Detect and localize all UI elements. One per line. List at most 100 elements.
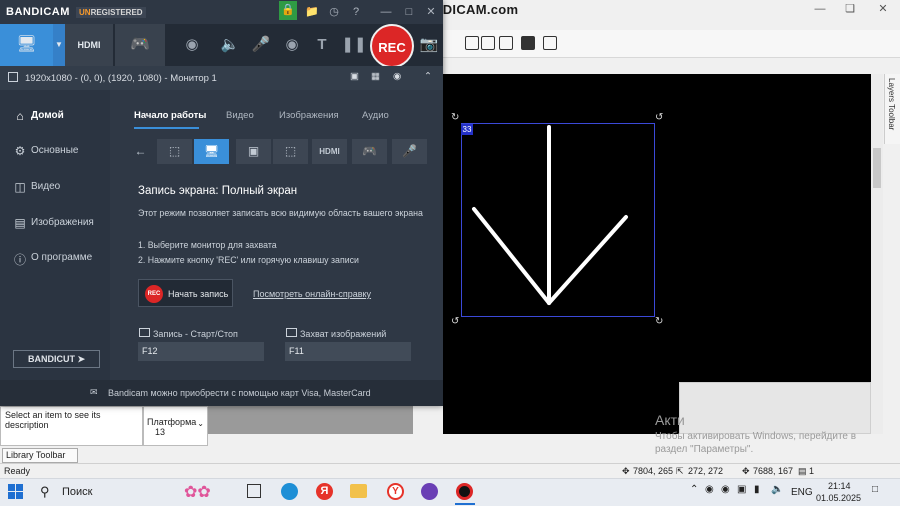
sidebar-item-video[interactable]: ◫ Видео xyxy=(0,169,110,205)
rec-button[interactable]: REC xyxy=(370,24,414,68)
step-1: 1. Выберите монитор для захвата xyxy=(138,240,277,250)
tab-audio[interactable]: Аудио xyxy=(362,110,389,121)
library-toolbar-tab[interactable]: Library Toolbar xyxy=(2,448,78,463)
sidebar-item-images[interactable]: ▤ Изображения xyxy=(0,205,110,241)
keyboard-icon xyxy=(139,328,150,337)
scrollbar-thumb[interactable] xyxy=(873,148,881,188)
chevron-down-icon[interactable]: ▼ xyxy=(53,24,65,66)
minimize-icon[interactable]: — xyxy=(805,0,835,18)
minimize-icon[interactable]: — xyxy=(377,3,395,21)
toolbar-fill-icon[interactable] xyxy=(521,36,535,50)
bandicut-button[interactable]: BANDICUT ➤ xyxy=(13,350,100,368)
tab-images[interactable]: Изображения xyxy=(279,110,339,121)
game-mode-button[interactable]: 🎮 xyxy=(115,24,165,66)
selection-box[interactable] xyxy=(461,123,655,317)
folder-icon[interactable]: 📁 xyxy=(303,3,321,21)
chevron-down-icon[interactable]: ⌄ xyxy=(197,419,204,429)
rotate-handle-icon[interactable]: ↺ xyxy=(451,317,461,327)
hotkey-image-field[interactable]: F11 xyxy=(285,342,411,361)
restore-icon[interactable]: ❏ xyxy=(835,0,865,18)
start-recording-button[interactable]: REC Начать запись xyxy=(138,279,233,307)
chat-icon: ✉ xyxy=(90,387,98,397)
home-icon: ⌂ xyxy=(16,109,24,123)
help-icon[interactable]: ? xyxy=(347,3,365,21)
yandex-icon[interactable]: Я xyxy=(316,483,333,500)
bandicam-footer: ✉ Bandicam можно приобрести с помощью ка… xyxy=(0,380,443,406)
position-icon: ✥ xyxy=(742,466,750,476)
layers-toolbar-tab[interactable]: Layers Toolbar xyxy=(884,74,900,144)
game-icon[interactable]: 🎮 xyxy=(352,139,387,164)
yandex-browser-icon[interactable]: Y xyxy=(387,483,404,500)
record-settings-icon[interactable]: ▣ xyxy=(350,71,359,82)
language-indicator[interactable]: ENG xyxy=(791,487,813,498)
battery-icon[interactable]: ▮ xyxy=(754,484,760,495)
monitor-select-icon[interactable] xyxy=(8,72,18,82)
toolbar-frame-icon[interactable] xyxy=(465,36,479,50)
back-arrow-icon[interactable]: ← xyxy=(123,139,158,164)
image-settings-icon[interactable]: ▦ xyxy=(371,71,380,82)
image-icon: ▤ xyxy=(14,216,26,230)
clock-time[interactable]: 21:14 xyxy=(828,481,851,491)
rotate-handle-icon[interactable]: ↺ xyxy=(655,113,665,123)
task-view-icon[interactable] xyxy=(247,484,261,498)
rotate-handle-icon[interactable]: ↻ xyxy=(451,113,461,123)
tray-record-icon[interactable]: ◉ xyxy=(721,484,730,495)
online-help-link[interactable]: Посмотреть онлайн-справку xyxy=(253,289,371,299)
edge-icon[interactable] xyxy=(281,483,298,500)
status-bar: Ready ✥ 7804, 265 ⇱ 272, 272 ✥ 7688, 167… xyxy=(0,463,900,478)
sidebar-item-about[interactable]: ⓘ О программе xyxy=(0,240,110,276)
lock-icon[interactable]: 🔒 xyxy=(279,1,297,20)
clock-icon[interactable]: ◷ xyxy=(325,3,343,21)
tray-app-icon[interactable]: ◉ xyxy=(705,484,714,495)
coord-cursor: 7804, 265 xyxy=(633,466,674,476)
sidebar-item-home[interactable]: ⌂ Домой xyxy=(0,98,110,134)
tray-chevron-icon[interactable]: ⌃ xyxy=(690,484,698,495)
broadcast-icon[interactable]: ◉ xyxy=(393,71,401,82)
gear-icon: ⚙ xyxy=(14,144,26,158)
around-mouse-mode-icon[interactable]: ⬚ xyxy=(273,139,308,164)
mouse-click-icon[interactable]: ◉ xyxy=(278,24,306,66)
pause-icon[interactable]: ❚❚ xyxy=(340,24,368,66)
rotate-handle-icon[interactable]: ↻ xyxy=(655,317,665,327)
clock-date[interactable]: 01.05.2025 xyxy=(816,493,861,503)
sidebar-item-general[interactable]: ⚙ Основные xyxy=(0,133,110,169)
footer-text[interactable]: Bandicam можно приобрести с помощью карт… xyxy=(108,388,371,398)
taskbar-search[interactable]: ⚲ Поиск ✿✿ xyxy=(36,481,236,503)
vertical-scrollbar[interactable] xyxy=(871,74,883,434)
toolbar-list-icon[interactable] xyxy=(481,36,495,50)
panel-placeholder xyxy=(679,382,871,434)
hdmi-mode-button[interactable]: HDMI xyxy=(65,24,113,66)
tab-video[interactable]: Видео xyxy=(226,110,254,121)
app-icon[interactable] xyxy=(421,483,438,500)
toolbar-grid-icon[interactable] xyxy=(543,36,557,50)
volume-icon[interactable]: 🔈 xyxy=(771,484,783,495)
microphone-icon[interactable]: 🎤 xyxy=(247,24,275,66)
count-icon: ▤ xyxy=(798,466,807,476)
rectangle-mode-icon[interactable]: ⬚ xyxy=(157,139,192,164)
close-icon[interactable]: ✕ xyxy=(868,0,898,18)
text-icon[interactable]: T xyxy=(308,24,336,66)
bandicam-taskbar-icon[interactable] xyxy=(456,483,473,500)
close-icon[interactable]: ✕ xyxy=(422,3,440,21)
active-tab-indicator xyxy=(134,127,199,129)
notifications-icon[interactable]: □ xyxy=(872,484,878,495)
description-panel: Select an item to see its description xyxy=(0,406,143,446)
speaker-icon[interactable]: 🔈 xyxy=(216,24,244,66)
maximize-icon[interactable]: □ xyxy=(400,3,418,21)
size-icon: ⇱ xyxy=(676,466,684,476)
selection-number: 33 xyxy=(461,124,473,135)
windows-start-icon[interactable] xyxy=(8,484,24,500)
fullscreen-mode-icon[interactable]: 🖥 xyxy=(194,139,229,164)
tray-monitor-icon[interactable]: ▣ xyxy=(737,484,746,495)
tab-getting-started[interactable]: Начало работы xyxy=(134,110,206,121)
hotkey-record-field[interactable]: F12 xyxy=(138,342,264,361)
webcam-icon[interactable]: ◉ xyxy=(178,24,206,66)
camera-icon[interactable]: 📷 xyxy=(415,24,443,66)
screen-mode-button[interactable]: 🖥 xyxy=(0,24,53,66)
hdmi-icon[interactable]: HDMI xyxy=(312,139,347,164)
explorer-icon[interactable] xyxy=(350,484,367,498)
toolbar-layers-icon[interactable] xyxy=(499,36,513,50)
window-lock-mode-icon[interactable]: ▣ xyxy=(236,139,271,164)
collapse-icon[interactable]: ⌃ xyxy=(424,71,432,82)
audio-only-icon[interactable]: 🎤 xyxy=(392,139,427,164)
